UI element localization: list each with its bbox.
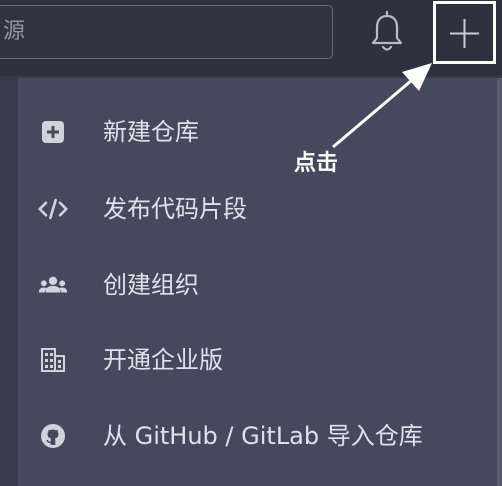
annotation-label: 点击 (294, 151, 339, 176)
annotation-arrow-icon (332, 63, 432, 149)
